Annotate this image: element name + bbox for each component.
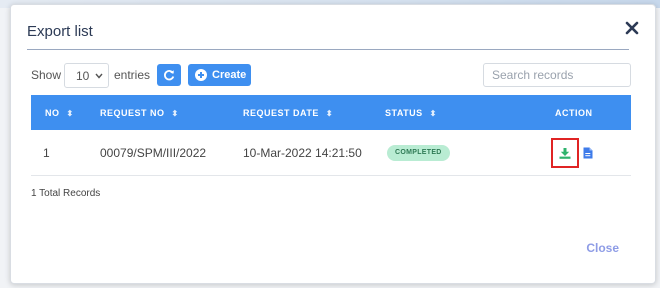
plus-circle-icon <box>195 69 207 81</box>
column-header-no[interactable]: NO ⬍ <box>45 108 74 118</box>
refresh-button[interactable] <box>157 64 181 86</box>
sort-icon: ⬍ <box>429 109 437 118</box>
table-header: NO ⬍ REQUEST NO ⬍ REQUEST DATE ⬍ STATUS ⬍ AC… <box>31 95 631 130</box>
entries-value: 10 <box>76 69 90 83</box>
status-badge: COMPLETED <box>387 145 450 161</box>
download-button[interactable] <box>551 138 579 168</box>
create-button[interactable]: Create <box>188 64 251 86</box>
refresh-icon <box>164 70 175 81</box>
column-header-request-date[interactable]: REQUEST DATE ⬍ <box>243 108 333 118</box>
export-list-modal: Export list Show 10 entries Create Searc… <box>10 4 656 284</box>
search-input[interactable] <box>483 63 631 87</box>
cell-request-date: 10-Mar-2022 14:21:50 <box>243 146 362 160</box>
entries-select[interactable]: 10 <box>64 63 109 88</box>
table-controls: Show 10 entries Create <box>31 63 631 89</box>
create-button-label: Create <box>212 69 247 81</box>
document-icon[interactable] <box>583 147 593 162</box>
sort-icon: ⬍ <box>171 109 179 118</box>
table-row: 1 00079/SPM/III/2022 10-Mar-2022 14:21:5… <box>31 130 631 176</box>
modal-title: Export list <box>27 23 93 40</box>
column-header-request-no[interactable]: REQUEST NO ⬍ <box>100 108 179 118</box>
entries-label: entries <box>114 68 151 82</box>
sort-icon: ⬍ <box>325 109 334 118</box>
close-button[interactable]: Close <box>586 241 619 255</box>
cell-request-no: 00079/SPM/III/2022 <box>100 146 207 160</box>
column-header-status[interactable]: STATUS ⬍ <box>385 108 437 118</box>
show-label: Show <box>31 68 62 82</box>
chevron-down-icon <box>95 73 103 79</box>
cell-no: 1 <box>43 146 50 160</box>
close-icon[interactable] <box>625 21 639 35</box>
total-records: 1 Total Records <box>31 188 101 199</box>
export-table: NO ⬍ REQUEST NO ⬍ REQUEST DATE ⬍ STATUS ⬍ AC… <box>31 95 631 176</box>
sort-icon: ⬍ <box>66 109 74 118</box>
column-header-action: ACTION <box>555 108 593 118</box>
download-icon <box>559 148 571 159</box>
header-divider <box>27 49 629 50</box>
